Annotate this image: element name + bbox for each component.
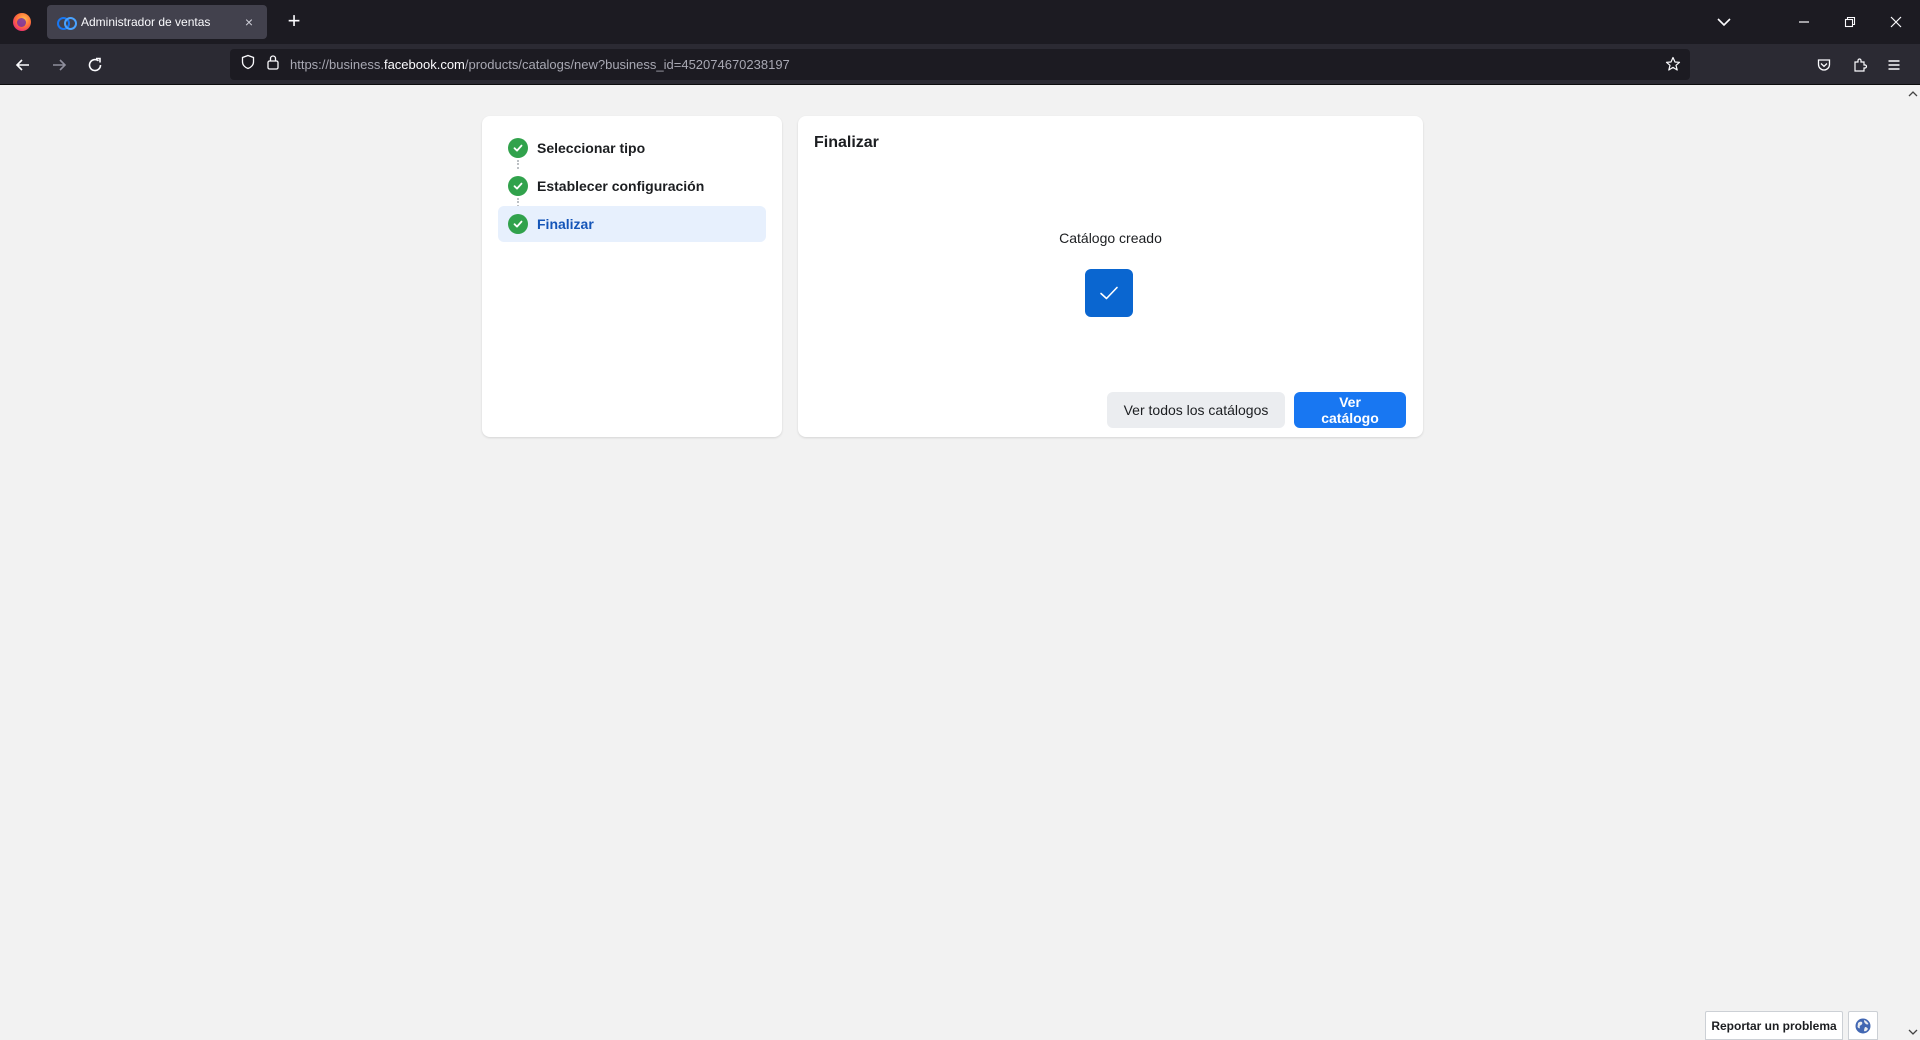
panel-title: Finalizar xyxy=(814,134,879,151)
language-globe-icon[interactable] xyxy=(1848,1011,1878,1040)
lock-icon[interactable] xyxy=(266,54,280,75)
reload-icon[interactable] xyxy=(81,51,109,79)
scroll-up-arrow-icon[interactable] xyxy=(1906,88,1920,100)
browser-tab-bar: Administrador de ventas × + xyxy=(0,0,1920,44)
view-catalog-button[interactable]: Ver catálogo xyxy=(1294,392,1406,428)
browser-tab-active[interactable]: Administrador de ventas × xyxy=(47,5,267,39)
url-text[interactable]: https://business.facebook.com/products/c… xyxy=(290,57,790,72)
menu-hamburger-icon[interactable] xyxy=(1880,51,1908,79)
check-circle-icon xyxy=(508,138,528,158)
extensions-puzzle-icon[interactable] xyxy=(1846,51,1874,79)
view-all-catalogs-button[interactable]: Ver todos los catálogos xyxy=(1107,392,1285,428)
bookmark-star-icon[interactable] xyxy=(1662,53,1684,75)
restore-window-icon[interactable] xyxy=(1838,10,1862,34)
browser-nav-bar: https://business.facebook.com/products/c… xyxy=(0,44,1920,85)
url-domain: facebook.com xyxy=(383,57,465,72)
url-prefix: https://business. xyxy=(290,57,384,72)
back-arrow-icon[interactable] xyxy=(9,51,37,79)
check-circle-icon xyxy=(508,176,528,196)
meta-logo-icon xyxy=(57,17,77,30)
step-finish[interactable]: Finalizar xyxy=(498,206,766,242)
scroll-down-arrow-icon[interactable] xyxy=(1906,1026,1920,1038)
minimize-window-icon[interactable] xyxy=(1792,10,1816,34)
step-select-type[interactable]: Seleccionar tipo xyxy=(498,130,766,169)
new-tab-button[interactable]: + xyxy=(280,8,308,36)
close-tab-icon[interactable]: × xyxy=(241,14,257,30)
steps-panel: Seleccionar tipo Establecer configuració… xyxy=(482,116,782,437)
success-message: Catálogo creado xyxy=(1059,230,1162,246)
finish-panel: Finalizar Catálogo creado Ver todos los … xyxy=(798,116,1423,437)
success-check-icon xyxy=(1085,269,1133,317)
step-label: Establecer configuración xyxy=(537,178,705,194)
step-configuration[interactable]: Establecer configuración xyxy=(498,168,766,207)
url-suffix: /products/catalogs/new?business_id=45207… xyxy=(464,57,790,72)
step-label: Finalizar xyxy=(537,216,594,232)
close-window-icon[interactable] xyxy=(1884,10,1908,34)
report-problem-button[interactable]: Reportar un problema xyxy=(1705,1011,1843,1040)
step-label: Seleccionar tipo xyxy=(537,140,646,156)
list-all-tabs-icon[interactable] xyxy=(1712,10,1736,34)
url-bar[interactable]: https://business.facebook.com/products/c… xyxy=(230,49,1690,80)
tracking-protection-shield-icon[interactable] xyxy=(240,54,256,75)
forward-arrow-icon[interactable] xyxy=(45,51,73,79)
check-circle-icon xyxy=(508,214,528,234)
firefox-logo-icon[interactable] xyxy=(0,0,44,44)
pocket-icon[interactable] xyxy=(1810,51,1838,79)
tab-title: Administrador de ventas xyxy=(81,15,211,29)
